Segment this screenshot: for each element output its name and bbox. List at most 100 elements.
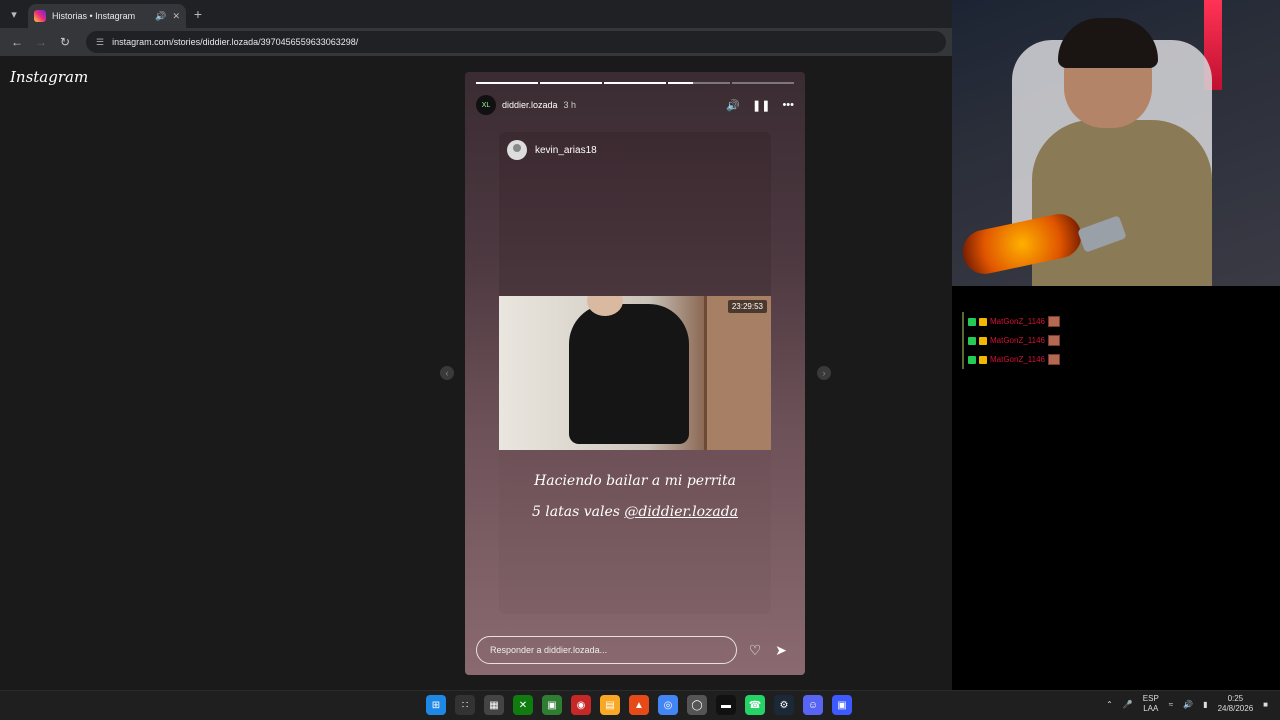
volume-icon[interactable]: 🔊 <box>726 99 740 112</box>
story-time: 3 h <box>563 100 577 110</box>
discord-icon[interactable]: ☺ <box>803 695 823 715</box>
whatsapp-icon[interactable]: ☎ <box>745 695 765 715</box>
new-tab-button[interactable]: + <box>186 6 210 22</box>
reply-bar: ♡ ➤ <box>476 636 794 664</box>
speaker-icon[interactable]: 🔊 <box>1183 700 1193 709</box>
story-controls: 🔊 ❚❚ ••• <box>726 99 794 112</box>
emote-icon <box>1048 335 1060 346</box>
reload-icon[interactable]: ↻ <box>56 35 74 49</box>
reply-input[interactable] <box>476 636 737 664</box>
reposted-username[interactable]: kevin_arias18 <box>535 145 597 156</box>
browser-tab[interactable]: Historias • Instagram 🔊 ✕ <box>28 4 186 28</box>
video-person <box>569 304 689 444</box>
capcut-icon[interactable]: ▬ <box>716 695 736 715</box>
url-text[interactable]: instagram.com/stories/diddier.lozada/397… <box>112 37 358 47</box>
crown-icon <box>979 336 987 345</box>
story-username[interactable]: diddier.lozada <box>502 100 558 110</box>
story-progress <box>476 82 794 84</box>
next-story-icon[interactable]: › <box>817 366 831 380</box>
steam-icon[interactable]: ⚙ <box>774 695 794 715</box>
keyboard-layout: LAA <box>1143 704 1159 713</box>
browser-toolbar: ← → ↻ ☰ instagram.com/stories/diddier.lo… <box>0 28 952 56</box>
close-tab-icon[interactable]: ✕ <box>172 11 180 22</box>
tab-search-icon[interactable]: ▾ <box>0 0 28 28</box>
tab-title: Historias • Instagram <box>52 11 136 21</box>
pause-icon[interactable]: ❚❚ <box>752 99 770 112</box>
windows-start-icon[interactable]: ⊞ <box>426 695 446 715</box>
forward-icon[interactable]: → <box>32 35 50 49</box>
video-timer: 23:29:53 <box>727 300 767 313</box>
avatar[interactable] <box>507 140 527 160</box>
caption-text: 5 latas vales <box>531 504 625 520</box>
site-info-icon[interactable]: ☰ <box>96 37 104 48</box>
chevron-up-icon[interactable]: ⌃ <box>1106 700 1113 709</box>
taskbar-apps: ⊞ ∷ ▦ ✕ ▣ ◉ ▤ ▲ ◎ ◯ ▬ ☎ ⚙ ☺ ▣ <box>426 695 852 715</box>
instagram-page: Instagram ‹ › XL diddier.lozada 3 h 🔊 ❚❚… <box>0 56 952 690</box>
progress-segment <box>540 82 602 84</box>
system-tray: ⌃ 🎤 ESP LAA ≈ 🔊 ▮ 0:25 24/8/2026 ■ <box>1106 694 1268 714</box>
badge-icon <box>968 336 976 345</box>
chat-overlay: MatGonZ_1146 MatGonZ_1146 MatGonZ_1146 <box>962 312 1060 369</box>
chat-message: MatGonZ_1146 <box>968 350 1060 369</box>
instagram-favicon-icon <box>34 10 46 22</box>
crown-icon <box>979 317 987 326</box>
language-code: ESP <box>1142 694 1159 703</box>
caption-line-1: Haciendo bailar a mi perrita <box>534 473 736 489</box>
clock-date: 24/8/2026 <box>1217 704 1254 713</box>
progress-segment <box>476 82 538 84</box>
emote-icon <box>1048 354 1060 365</box>
chat-username: MatGonZ_1146 <box>990 317 1045 326</box>
story-video[interactable]: 23:29:53 <box>499 296 771 450</box>
streamer-body <box>1032 120 1212 286</box>
obs-icon[interactable]: ◯ <box>687 695 707 715</box>
clock-time: 0:25 <box>1227 694 1244 703</box>
progress-segment <box>604 82 666 84</box>
badge-icon <box>968 317 976 326</box>
wifi-icon[interactable]: ≈ <box>1169 700 1173 709</box>
instagram-logo[interactable]: Instagram <box>10 68 88 86</box>
minecraft-icon[interactable]: ▣ <box>542 695 562 715</box>
webcam-overlay <box>952 0 1280 286</box>
store-icon[interactable]: ▦ <box>484 695 504 715</box>
heart-icon[interactable]: ♡ <box>747 642 763 659</box>
avatar[interactable]: XL <box>476 95 496 115</box>
chat-message: MatGonZ_1146 <box>968 312 1060 331</box>
progress-segment <box>732 82 794 84</box>
language-indicator[interactable]: ESP LAA <box>1143 694 1159 714</box>
mention-link[interactable]: @diddier.lozada <box>624 504 738 520</box>
widgets-icon[interactable]: ∷ <box>455 695 475 715</box>
battery-icon[interactable]: ▮ <box>1203 700 1207 709</box>
more-icon[interactable]: ••• <box>782 99 794 112</box>
reposted-header: kevin_arias18 <box>507 140 597 160</box>
xbox-icon[interactable]: ✕ <box>513 695 533 715</box>
chrome-icon[interactable]: ◎ <box>658 695 678 715</box>
speaker-icon[interactable]: 🔊 <box>155 11 166 22</box>
clock[interactable]: 0:25 24/8/2026 <box>1218 694 1254 714</box>
previous-story-icon[interactable]: ‹ <box>440 366 454 380</box>
story-viewer[interactable]: XL diddier.lozada 3 h 🔊 ❚❚ ••• kevin_ari… <box>465 72 805 675</box>
chat-message: MatGonZ_1146 <box>968 331 1060 350</box>
crown-icon <box>979 355 987 364</box>
chat-username: MatGonZ_1146 <box>990 355 1045 364</box>
brave-icon[interactable]: ▲ <box>629 695 649 715</box>
browser-tabbar: ▾ Historias • Instagram 🔊 ✕ + <box>0 0 952 28</box>
folder-icon[interactable]: ▤ <box>600 695 620 715</box>
story-caption: Haciendo bailar a mi perrita 5 latas val… <box>499 466 771 528</box>
streamer-hair <box>1058 18 1158 68</box>
reposted-story-card[interactable]: kevin_arias18 23:29:53 Haciendo bailar a… <box>499 132 771 614</box>
video-door <box>704 296 771 450</box>
badge-icon <box>968 355 976 364</box>
microphone-icon[interactable]: 🎤 <box>1123 700 1133 709</box>
send-icon[interactable]: ➤ <box>773 642 789 659</box>
emote-icon <box>1048 316 1060 327</box>
screen: ▾ Historias • Instagram 🔊 ✕ + ← → ↻ ☰ in… <box>0 0 1280 720</box>
app-icon[interactable]: ▣ <box>832 695 852 715</box>
address-bar[interactable]: ☰ instagram.com/stories/diddier.lozada/3… <box>86 31 946 53</box>
notification-icon[interactable]: ■ <box>1263 700 1268 709</box>
caption-line-2: 5 latas vales @diddier.lozada <box>499 497 771 528</box>
game-icon[interactable]: ◉ <box>571 695 591 715</box>
windows-taskbar: ⊞ ∷ ▦ ✕ ▣ ◉ ▤ ▲ ◎ ◯ ▬ ☎ ⚙ ☺ ▣ ⌃ 🎤 ESP LA… <box>0 690 1280 720</box>
story-header: XL diddier.lozada 3 h 🔊 ❚❚ ••• <box>476 94 794 116</box>
back-icon[interactable]: ← <box>8 35 26 49</box>
chat-username: MatGonZ_1146 <box>990 336 1045 345</box>
